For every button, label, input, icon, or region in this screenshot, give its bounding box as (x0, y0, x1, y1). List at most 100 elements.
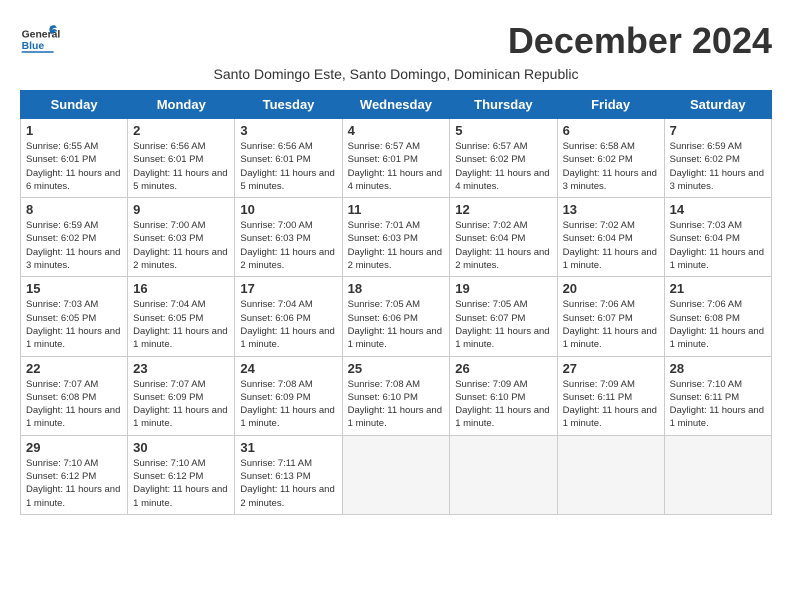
day-info: Sunrise: 7:04 AM Sunset: 6:05 PM Dayligh… (133, 298, 229, 351)
calendar-day-cell: 25 Sunrise: 7:08 AM Sunset: 6:10 PM Dayli… (342, 356, 450, 435)
day-info: Sunrise: 7:10 AM Sunset: 6:12 PM Dayligh… (133, 457, 229, 510)
day-number: 10 (240, 202, 336, 217)
calendar-day-cell: 27 Sunrise: 7:09 AM Sunset: 6:11 PM Dayli… (557, 356, 664, 435)
day-info: Sunrise: 7:07 AM Sunset: 6:08 PM Dayligh… (26, 378, 122, 431)
calendar-table: SundayMondayTuesdayWednesdayThursdayFrid… (20, 90, 772, 515)
day-info: Sunrise: 7:06 AM Sunset: 6:08 PM Dayligh… (670, 298, 766, 351)
logo-icon: General Blue (20, 20, 60, 60)
day-number: 2 (133, 123, 229, 138)
calendar-day-cell: 22 Sunrise: 7:07 AM Sunset: 6:08 PM Dayli… (21, 356, 128, 435)
calendar-week-row: 29 Sunrise: 7:10 AM Sunset: 6:12 PM Dayli… (21, 435, 772, 514)
day-number: 18 (348, 281, 445, 296)
calendar-day-cell: 14Sunrise: 7:03 AM Sunset: 6:04 PM Dayli… (664, 198, 771, 277)
calendar-week-row: 22 Sunrise: 7:07 AM Sunset: 6:08 PM Dayli… (21, 356, 772, 435)
day-info: Sunrise: 7:10 AM Sunset: 6:11 PM Dayligh… (670, 378, 766, 431)
calendar-day-cell: 31 Sunrise: 7:11 AM Sunset: 6:13 PM Dayli… (235, 435, 342, 514)
day-number: 3 (240, 123, 336, 138)
day-number: 13 (563, 202, 659, 217)
calendar-week-row: 8Sunrise: 6:59 AM Sunset: 6:02 PM Daylig… (21, 198, 772, 277)
calendar-day-cell: 16 Sunrise: 7:04 AM Sunset: 6:05 PM Dayli… (128, 277, 235, 356)
day-info: Sunrise: 7:05 AM Sunset: 6:07 PM Dayligh… (455, 298, 551, 351)
calendar-header-thursday: Thursday (450, 91, 557, 119)
calendar-day-cell: 12Sunrise: 7:02 AM Sunset: 6:04 PM Dayli… (450, 198, 557, 277)
calendar-header-monday: Monday (128, 91, 235, 119)
day-number: 25 (348, 361, 445, 376)
day-number: 1 (26, 123, 122, 138)
day-info: Sunrise: 6:56 AM Sunset: 6:01 PM Dayligh… (133, 140, 229, 193)
calendar-body: 1 Sunrise: 6:55 AM Sunset: 6:01 PM Daylig… (21, 119, 772, 515)
calendar-day-cell: 6 Sunrise: 6:58 AM Sunset: 6:02 PM Daylig… (557, 119, 664, 198)
day-number: 7 (670, 123, 766, 138)
day-number: 6 (563, 123, 659, 138)
day-number: 28 (670, 361, 766, 376)
calendar-day-cell: 28 Sunrise: 7:10 AM Sunset: 6:11 PM Dayli… (664, 356, 771, 435)
calendar-day-cell: 13Sunrise: 7:02 AM Sunset: 6:04 PM Dayli… (557, 198, 664, 277)
day-number: 20 (563, 281, 659, 296)
day-number: 19 (455, 281, 551, 296)
page-header: General Blue December 2024 (20, 20, 772, 62)
day-info: Sunrise: 6:57 AM Sunset: 6:02 PM Dayligh… (455, 140, 551, 193)
calendar-header-wednesday: Wednesday (342, 91, 450, 119)
day-number: 16 (133, 281, 229, 296)
day-info: Sunrise: 6:55 AM Sunset: 6:01 PM Dayligh… (26, 140, 122, 193)
calendar-header-saturday: Saturday (664, 91, 771, 119)
day-number: 11 (348, 202, 445, 217)
calendar-week-row: 1 Sunrise: 6:55 AM Sunset: 6:01 PM Daylig… (21, 119, 772, 198)
calendar-day-cell: 21 Sunrise: 7:06 AM Sunset: 6:08 PM Dayli… (664, 277, 771, 356)
day-info: Sunrise: 7:08 AM Sunset: 6:10 PM Dayligh… (348, 378, 445, 431)
day-number: 30 (133, 440, 229, 455)
day-info: Sunrise: 6:59 AM Sunset: 6:02 PM Dayligh… (670, 140, 766, 193)
day-info: Sunrise: 7:11 AM Sunset: 6:13 PM Dayligh… (240, 457, 336, 510)
day-number: 26 (455, 361, 551, 376)
day-info: Sunrise: 7:09 AM Sunset: 6:10 PM Dayligh… (455, 378, 551, 431)
calendar-day-cell: 17 Sunrise: 7:04 AM Sunset: 6:06 PM Dayli… (235, 277, 342, 356)
day-info: Sunrise: 7:07 AM Sunset: 6:09 PM Dayligh… (133, 378, 229, 431)
calendar-day-cell (557, 435, 664, 514)
calendar-day-cell: 30 Sunrise: 7:10 AM Sunset: 6:12 PM Dayli… (128, 435, 235, 514)
calendar-day-cell: 10 Sunrise: 7:00 AM Sunset: 6:03 PM Dayli… (235, 198, 342, 277)
day-number: 23 (133, 361, 229, 376)
logo: General Blue (20, 20, 60, 60)
calendar-day-cell: 3 Sunrise: 6:56 AM Sunset: 6:01 PM Daylig… (235, 119, 342, 198)
calendar-header-sunday: Sunday (21, 91, 128, 119)
day-number: 27 (563, 361, 659, 376)
day-number: 21 (670, 281, 766, 296)
svg-text:Blue: Blue (22, 41, 45, 52)
calendar-header-tuesday: Tuesday (235, 91, 342, 119)
day-number: 31 (240, 440, 336, 455)
day-info: Sunrise: 7:02 AM Sunset: 6:04 PM Dayligh… (455, 219, 551, 272)
day-number: 29 (26, 440, 122, 455)
day-number: 9 (133, 202, 229, 217)
day-info: Sunrise: 6:59 AM Sunset: 6:02 PM Dayligh… (26, 219, 122, 272)
calendar-day-cell: 8Sunrise: 6:59 AM Sunset: 6:02 PM Daylig… (21, 198, 128, 277)
calendar-day-cell: 1 Sunrise: 6:55 AM Sunset: 6:01 PM Daylig… (21, 119, 128, 198)
calendar-day-cell (450, 435, 557, 514)
month-title: December 2024 (508, 20, 772, 62)
calendar-day-cell (342, 435, 450, 514)
day-info: Sunrise: 6:58 AM Sunset: 6:02 PM Dayligh… (563, 140, 659, 193)
calendar-day-cell: 29Sunrise: 7:10 AM Sunset: 6:12 PM Dayli… (21, 435, 128, 514)
calendar-week-row: 15Sunrise: 7:03 AM Sunset: 6:05 PM Dayli… (21, 277, 772, 356)
day-info: Sunrise: 7:01 AM Sunset: 6:03 PM Dayligh… (348, 219, 445, 272)
calendar-day-cell: 24Sunrise: 7:08 AM Sunset: 6:09 PM Dayli… (235, 356, 342, 435)
calendar-day-cell: 2 Sunrise: 6:56 AM Sunset: 6:01 PM Daylig… (128, 119, 235, 198)
day-info: Sunrise: 7:09 AM Sunset: 6:11 PM Dayligh… (563, 378, 659, 431)
calendar-header-row: SundayMondayTuesdayWednesdayThursdayFrid… (21, 91, 772, 119)
day-info: Sunrise: 7:04 AM Sunset: 6:06 PM Dayligh… (240, 298, 336, 351)
calendar-day-cell: 5Sunrise: 6:57 AM Sunset: 6:02 PM Daylig… (450, 119, 557, 198)
day-info: Sunrise: 6:56 AM Sunset: 6:01 PM Dayligh… (240, 140, 336, 193)
calendar-day-cell: 4Sunrise: 6:57 AM Sunset: 6:01 PM Daylig… (342, 119, 450, 198)
day-info: Sunrise: 7:03 AM Sunset: 6:05 PM Dayligh… (26, 298, 122, 351)
calendar-day-cell: 26 Sunrise: 7:09 AM Sunset: 6:10 PM Dayli… (450, 356, 557, 435)
day-info: Sunrise: 6:57 AM Sunset: 6:01 PM Dayligh… (348, 140, 445, 193)
day-number: 17 (240, 281, 336, 296)
calendar-header-friday: Friday (557, 91, 664, 119)
day-info: Sunrise: 7:03 AM Sunset: 6:04 PM Dayligh… (670, 219, 766, 272)
day-number: 22 (26, 361, 122, 376)
day-info: Sunrise: 7:00 AM Sunset: 6:03 PM Dayligh… (240, 219, 336, 272)
calendar-day-cell: 9 Sunrise: 7:00 AM Sunset: 6:03 PM Daylig… (128, 198, 235, 277)
calendar-day-cell: 20Sunrise: 7:06 AM Sunset: 6:07 PM Dayli… (557, 277, 664, 356)
day-info: Sunrise: 7:00 AM Sunset: 6:03 PM Dayligh… (133, 219, 229, 272)
day-info: Sunrise: 7:05 AM Sunset: 6:06 PM Dayligh… (348, 298, 445, 351)
calendar-day-cell: 18 Sunrise: 7:05 AM Sunset: 6:06 PM Dayli… (342, 277, 450, 356)
